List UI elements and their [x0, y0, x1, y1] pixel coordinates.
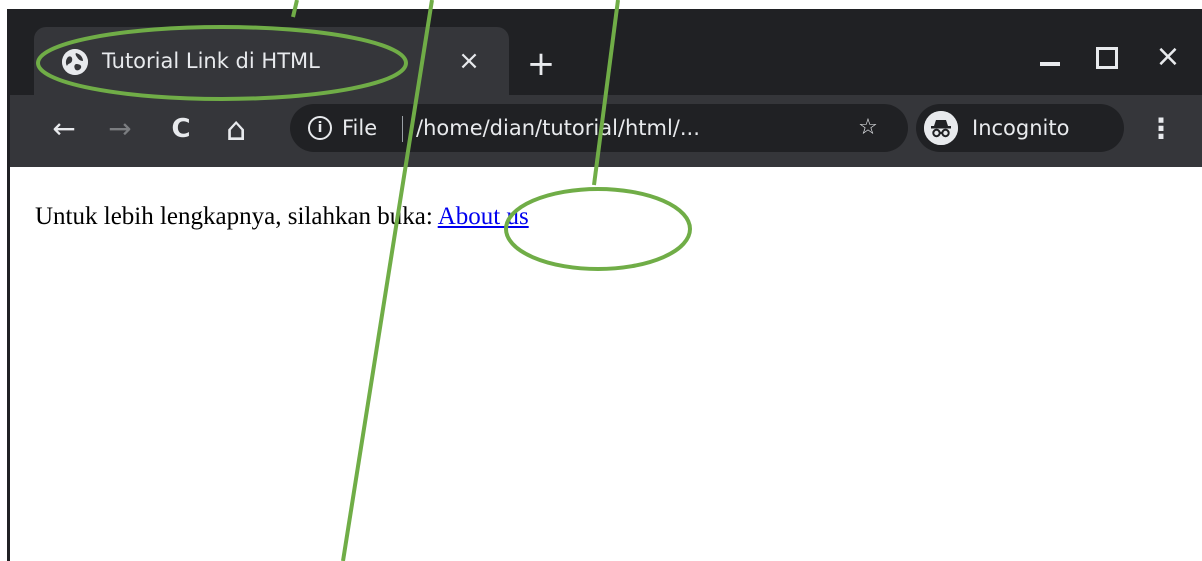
tab-close-icon[interactable]: ×	[454, 46, 484, 76]
tab-strip: Tutorial Link di HTML × + ×	[10, 9, 1202, 95]
incognito-icon	[924, 111, 958, 145]
home-icon[interactable]: ⌂	[218, 111, 254, 147]
omnibox-divider	[402, 116, 403, 142]
info-icon[interactable]: i	[308, 116, 332, 140]
tab-title: Tutorial Link di HTML	[102, 49, 320, 73]
menu-icon[interactable]: ⋮	[1146, 111, 1176, 147]
paragraph-text: Untuk lebih lengkapnya, silahkan buka:	[35, 203, 438, 230]
close-window-icon[interactable]: ×	[1150, 39, 1186, 75]
active-tab[interactable]: Tutorial Link di HTML ×	[34, 27, 509, 95]
incognito-badge[interactable]: Incognito	[916, 104, 1124, 152]
toolbar: ← → C ⌂ i File /home/dian/tutorial/html/…	[10, 95, 1202, 167]
reload-icon[interactable]: C	[163, 111, 199, 147]
back-icon[interactable]: ←	[46, 111, 82, 147]
page-paragraph: Untuk lebih lengkapnya, silahkan buka: A…	[35, 203, 529, 231]
new-tab-button[interactable]: +	[522, 45, 560, 83]
page-content: Untuk lebih lengkapnya, silahkan buka: A…	[10, 167, 1202, 561]
globe-icon	[62, 49, 88, 75]
address-bar[interactable]: i File /home/dian/tutorial/html/... ☆	[290, 104, 908, 152]
maximize-icon[interactable]	[1096, 47, 1118, 69]
minimize-icon[interactable]	[1040, 62, 1060, 66]
incognito-label: Incognito	[972, 116, 1070, 140]
bookmark-star-icon[interactable]: ☆	[853, 113, 883, 143]
forward-icon[interactable]: →	[102, 111, 138, 147]
about-us-link[interactable]: About us	[438, 203, 529, 230]
scheme-label: File	[342, 116, 378, 140]
url-text[interactable]: /home/dian/tutorial/html/...	[416, 113, 700, 143]
browser-window: Tutorial Link di HTML × + × ← → C ⌂ i Fi…	[7, 9, 1202, 561]
